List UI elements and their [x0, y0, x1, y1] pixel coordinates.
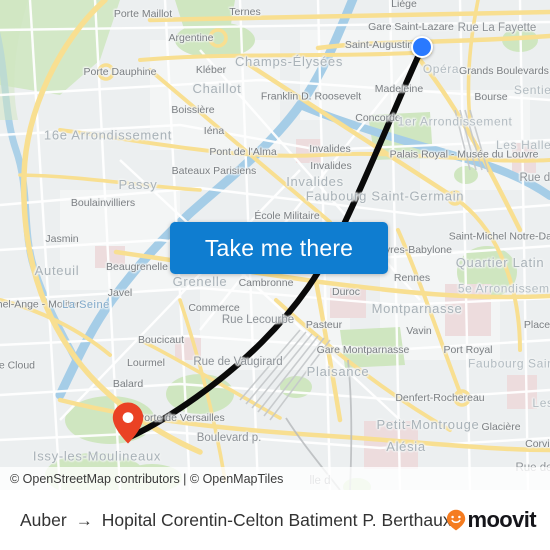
take-me-there-button[interactable]: Take me there [170, 222, 388, 274]
footer-bar: Auber → Hopital Corentin-Celton Batiment… [0, 490, 550, 550]
destination-marker-icon[interactable] [111, 401, 145, 445]
arrow-right-icon: → [75, 510, 93, 530]
route-destination-label: Hopital Corentin-Celton Batiment P. Bert… [101, 509, 452, 530]
moovit-wordmark: moovit [467, 507, 536, 532]
origin-marker-icon[interactable] [411, 36, 433, 58]
moovit-logo[interactable]: moovit [446, 507, 537, 533]
route-summary: Auber → Hopital Corentin-Celton Batiment… [20, 509, 452, 531]
route-origin-label: Auber [20, 509, 67, 530]
map-canvas[interactable]: Porte Maillot Ternes Liège Gare Saint-Lazar… [0, 0, 550, 490]
attribution-text[interactable]: © OpenStreetMap contributors | © OpenMap… [10, 472, 283, 486]
trip-share-card: Porte Maillot Ternes Liège Gare Saint-Lazar… [0, 0, 550, 550]
map-attribution-bar: © OpenStreetMap contributors | © OpenMap… [0, 467, 550, 490]
moovit-pin-smiley-icon [446, 509, 466, 531]
